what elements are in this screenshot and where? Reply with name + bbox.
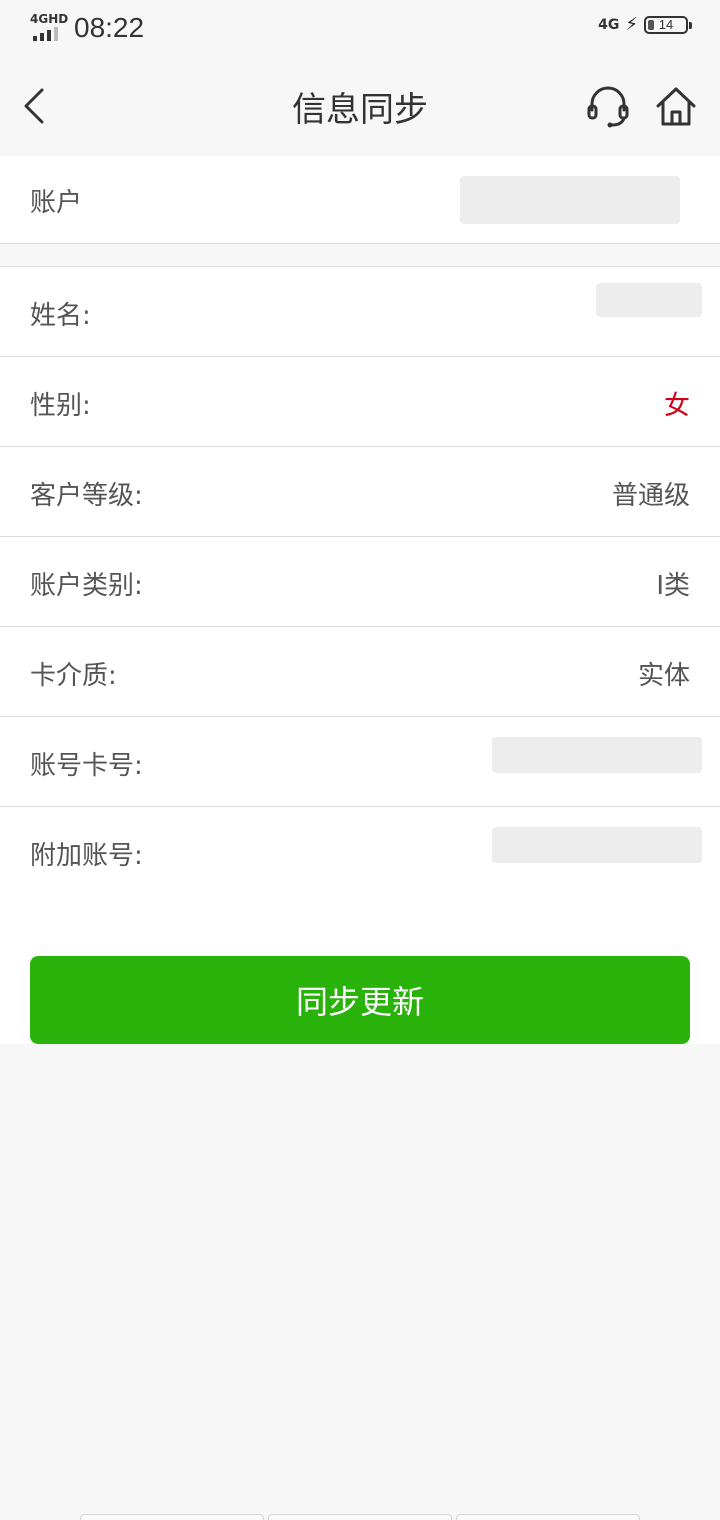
sync-update-button[interactable]: 同步更新 [30, 956, 690, 1044]
bottom-tab-2[interactable] [268, 1514, 452, 1520]
status-left: 4GHD 08:22 [30, 12, 144, 44]
signal-bars [33, 27, 58, 41]
redacted-account [460, 176, 680, 224]
info-row-card-medium: 卡介质: 实体 [0, 627, 720, 717]
gender-value: 女 [663, 391, 690, 421]
customer-service-button[interactable] [584, 82, 632, 130]
headset-icon [587, 86, 629, 128]
status-right: 4G ⚡ 14 [598, 14, 692, 35]
bottom-tab-strip [80, 1514, 640, 1520]
network-type: 4GHD [30, 12, 69, 26]
info-row-account-type: 账户类别: I类 [0, 537, 720, 627]
account-label: 账户 [30, 188, 83, 218]
info-row-card-number: 账号卡号: [0, 717, 720, 807]
account-row[interactable]: 账户 [0, 156, 720, 244]
customer-info-list: 姓名: 性别: 女 客户等级: 普通级 账户类别: I类 卡介质: 实体 账号卡… [0, 266, 720, 897]
card-medium-value: 实体 [637, 661, 690, 691]
gender-label: 性别: [30, 391, 91, 421]
home-button[interactable] [652, 82, 700, 130]
battery-level: 14 [658, 17, 674, 32]
network-4g-indicator: 4G [598, 16, 620, 33]
nav-bar: 信息同步 [0, 56, 720, 156]
account-type-label: 账户类别: [30, 571, 143, 601]
card-medium-label: 卡介质: [30, 661, 117, 691]
bottom-tab-3[interactable] [456, 1514, 640, 1520]
signal-icon: 4GHD [30, 12, 69, 43]
redacted-additional-account [492, 827, 702, 863]
customer-level-value: 普通级 [611, 481, 690, 511]
redacted-name [596, 283, 702, 317]
card-number-label: 账号卡号: [30, 751, 143, 781]
bottom-tab-1[interactable] [80, 1514, 264, 1520]
info-row-additional-account: 附加账号: [0, 807, 720, 897]
info-row-customer-level: 客户等级: 普通级 [0, 447, 720, 537]
status-time: 08:22 [74, 12, 145, 43]
home-icon [656, 87, 696, 126]
info-row-name: 姓名: [0, 267, 720, 357]
redacted-card-number [492, 737, 702, 773]
name-label: 姓名: [30, 301, 91, 331]
customer-level-label: 客户等级: [30, 481, 143, 511]
status-bar: 4GHD 08:22 4G ⚡ 14 [0, 0, 720, 56]
battery-icon: 14 [644, 15, 692, 34]
account-type-value: I类 [656, 571, 690, 601]
charging-bolt-icon: ⚡ [625, 14, 638, 35]
info-row-gender: 性别: 女 [0, 357, 720, 447]
button-area: 同步更新 [0, 896, 720, 1044]
additional-account-label: 附加账号: [30, 841, 143, 871]
